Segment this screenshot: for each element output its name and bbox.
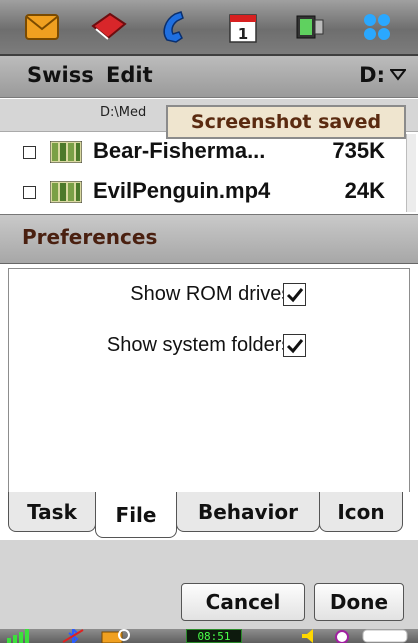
tab-behavior[interactable]: Behavior (176, 492, 320, 532)
file-name: EvilPenguin.mp4 (93, 178, 271, 203)
file-size: 24K (344, 178, 385, 203)
calendar-day-text: 1 (237, 25, 247, 43)
bluetooth-off-icon[interactable] (60, 629, 86, 643)
done-button[interactable]: Done (314, 583, 404, 621)
envelope-icon[interactable] (22, 7, 62, 47)
drive-label: D: (359, 63, 385, 87)
preferences-panel: Show ROM drives: Show system folders: (8, 268, 410, 492)
file-size: 735K (332, 138, 385, 163)
tab-task[interactable]: Task (8, 492, 96, 532)
checkmark-icon (286, 338, 303, 353)
chevron-down-icon (390, 69, 406, 81)
menu-swiss[interactable]: Swiss (27, 63, 94, 87)
book-icon[interactable] (89, 7, 129, 47)
signal-strength-icon (7, 629, 29, 643)
checkmark-icon (286, 287, 303, 302)
speaker-icon[interactable] (300, 629, 320, 643)
option-show-rom-drives: Show ROM drives: (9, 279, 409, 311)
menu-bar: Swiss Edit D: (0, 56, 418, 98)
alarm-clock-icon[interactable] (332, 629, 352, 643)
dialog-title-bar: Preferences (0, 214, 418, 264)
app-launcher-bar: 1 (0, 0, 418, 56)
media-icon[interactable] (290, 7, 330, 47)
screenshot-toast: Screenshot saved (166, 105, 406, 139)
file-list-scrollbar[interactable] (406, 134, 416, 212)
cancel-button[interactable]: Cancel (181, 583, 305, 621)
list-item[interactable]: EvilPenguin.mp4 24K (0, 172, 418, 212)
option-label: Show ROM drives: (130, 283, 297, 305)
tab-file[interactable]: File (95, 492, 177, 538)
show-system-folders-checkbox[interactable] (283, 334, 306, 357)
calendar-icon[interactable]: 1 (223, 7, 263, 47)
video-file-icon (50, 181, 82, 203)
drive-selector[interactable]: D: (359, 63, 406, 87)
status-bar: 08:51 (0, 629, 418, 643)
battery-icon (362, 629, 408, 643)
clock-display: 08:51 (186, 629, 242, 643)
tab-icon[interactable]: Icon (319, 492, 403, 532)
tab-strip: Task File Behavior Icon (8, 492, 410, 540)
file-name: Bear-Fisherma... (93, 138, 266, 163)
email-status-icon[interactable] (100, 629, 130, 643)
menu-edit[interactable]: Edit (106, 63, 153, 87)
current-path: D:\Med (100, 105, 147, 120)
file-list: Bear-Fisherma... 735K EvilPenguin.mp4 24… (0, 132, 418, 214)
phone-icon[interactable] (156, 7, 196, 47)
apps-grid-icon[interactable] (357, 7, 397, 47)
file-select-checkbox[interactable] (23, 146, 36, 159)
video-file-icon (50, 141, 82, 163)
show-rom-drives-checkbox[interactable] (283, 283, 306, 306)
option-label: Show system folders: (106, 334, 297, 356)
dialog-title: Preferences (22, 225, 158, 249)
file-select-checkbox[interactable] (23, 186, 36, 199)
option-show-system-folders: Show system folders: (9, 330, 409, 362)
